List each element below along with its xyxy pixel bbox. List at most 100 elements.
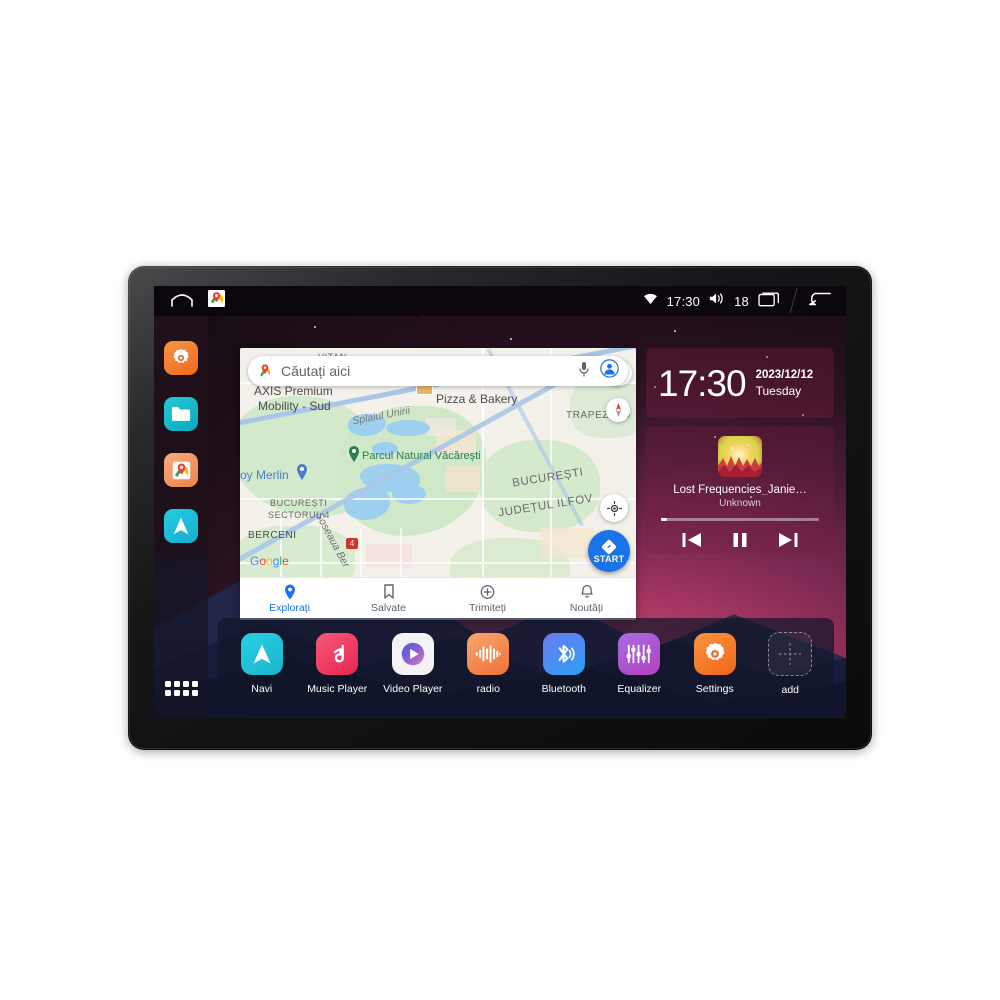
map-search-bar[interactable]: Căutați aici (248, 356, 628, 386)
map-label: Mobility - Sud (258, 399, 331, 413)
clock-time: 17:30 (658, 362, 747, 404)
map-tab-label: Noutăți (569, 602, 604, 614)
map-water (386, 420, 430, 436)
app-dock: Navi Music Player Video Player radio Blu… (218, 618, 834, 710)
directions-icon (601, 539, 617, 554)
microphone-icon[interactable] (578, 361, 590, 382)
map-tab-label: Trimiteți (469, 602, 506, 614)
radio-waveform-icon (467, 633, 510, 675)
clock-widget[interactable]: 17:30 2023/12/12 Tuesday (646, 348, 834, 418)
add-plus-icon (768, 632, 813, 676)
dock-label: Navi (251, 683, 273, 695)
map-label: BUCUREȘTI (270, 498, 328, 508)
dock-label: Settings (695, 683, 734, 695)
dock-label: Music Player (307, 683, 368, 695)
map-road (240, 562, 636, 564)
map-block (540, 528, 594, 558)
map-label: Pizza & Bakery (436, 392, 518, 406)
skip-previous-icon[interactable] (682, 531, 702, 554)
gear-icon (693, 633, 736, 675)
map-search-input[interactable]: Căutați aici (281, 363, 578, 379)
explore-pin-icon (284, 584, 295, 600)
star (510, 338, 512, 340)
dock-item-music-player[interactable]: Music Player (303, 633, 371, 695)
map-label: AXIS Premium (254, 384, 333, 398)
volume-level: 18 (734, 293, 749, 309)
dock-label: add (781, 684, 800, 696)
sidebar (154, 316, 208, 718)
dock-item-bluetooth[interactable]: Bluetooth (530, 633, 598, 695)
clock-date-group: 2023/12/12 Tuesday (756, 369, 814, 398)
dock-item-settings[interactable]: Settings (681, 633, 749, 695)
map-tab-updates[interactable]: Noutăți (537, 584, 636, 614)
bell-icon (580, 584, 593, 598)
google-attribution: Google (250, 554, 289, 568)
account-avatar-icon[interactable] (600, 359, 619, 383)
sidebar-item-navi[interactable] (164, 509, 198, 543)
navigation-arrow-icon (240, 633, 283, 675)
google-maps-card[interactable]: AXIS Premium Mobility - Sud VITAN Pizza … (240, 348, 636, 620)
equalizer-sliders-icon (618, 633, 661, 675)
dock-item-radio[interactable]: radio (454, 633, 522, 695)
clock-weekday: Tuesday (755, 383, 802, 398)
map-block (426, 418, 456, 436)
music-widget[interactable]: Lost Frequencies_Janie… Unknown (646, 426, 834, 554)
volume-icon (709, 292, 725, 310)
skip-next-icon[interactable] (778, 531, 798, 554)
sidebar-item-files[interactable] (164, 397, 198, 431)
sidebar-item-settings[interactable] (164, 341, 198, 375)
dock-item-navi[interactable]: Navi (228, 633, 296, 695)
app-drawer-icon[interactable] (164, 681, 198, 696)
playback-controls (682, 531, 798, 554)
map-block (446, 466, 480, 492)
contribute-plus-icon (480, 585, 495, 599)
dock-label: radio (476, 683, 500, 695)
screen: 17:30 18 AXIS Premium Mobility - Sud Piz… (154, 286, 846, 718)
map-green-area (480, 440, 600, 532)
wifi-icon (643, 292, 658, 310)
star (674, 330, 676, 332)
pause-icon[interactable] (732, 531, 748, 554)
google-maps-pin-icon (257, 363, 273, 379)
back-icon[interactable] (807, 291, 831, 312)
compass-icon[interactable] (606, 398, 630, 422)
progress-fill (661, 518, 668, 522)
status-bar: 17:30 18 (154, 286, 846, 316)
map-tab-label: Explorați (269, 602, 310, 614)
track-title: Lost Frequencies_Janie… (673, 484, 807, 496)
music-note-icon (316, 633, 359, 675)
map-water (392, 484, 426, 504)
park-pin-icon (349, 446, 359, 462)
map-tab-saved[interactable]: Salvate (339, 584, 438, 614)
dock-item-video-player[interactable]: Video Player (379, 633, 447, 695)
clock-date: 2023/12/12 (755, 368, 814, 381)
map-block (366, 544, 412, 568)
recents-icon[interactable] (758, 291, 780, 312)
sidebar-item-google-maps[interactable] (164, 453, 198, 487)
status-divider (789, 288, 798, 314)
map-start-label: START (593, 553, 625, 564)
status-time: 17:30 (666, 293, 701, 309)
google-maps-icon[interactable] (208, 290, 225, 312)
dock-item-equalizer[interactable]: Equalizer (605, 633, 673, 695)
map-bottom-tabs: Explorați Salvate Trimiteți Noutăți (240, 577, 636, 620)
map-start-button[interactable]: START (588, 530, 630, 572)
car-head-unit-device: 17:30 18 AXIS Premium Mobility - Sud Piz… (128, 266, 872, 750)
my-location-icon[interactable] (600, 494, 628, 522)
bookmark-icon (383, 584, 394, 599)
map-tab-explore[interactable]: Explorați (240, 584, 339, 614)
map-label: oy Merlin (240, 468, 289, 482)
map-label: BERCENI (248, 530, 297, 541)
progress-bar[interactable] (661, 518, 819, 522)
dock-item-add[interactable]: add (756, 632, 824, 696)
home-icon[interactable] (170, 291, 194, 312)
dock-label: Equalizer (617, 683, 662, 695)
map-route-shield: 4 (346, 538, 358, 549)
map-tab-contribute[interactable]: Trimiteți (438, 584, 537, 614)
store-pin-icon (297, 464, 307, 480)
album-art (718, 436, 762, 478)
star (314, 326, 316, 328)
track-artist: Unknown (719, 498, 761, 510)
video-play-icon (391, 633, 434, 675)
map-tab-label: Salvate (370, 602, 407, 614)
